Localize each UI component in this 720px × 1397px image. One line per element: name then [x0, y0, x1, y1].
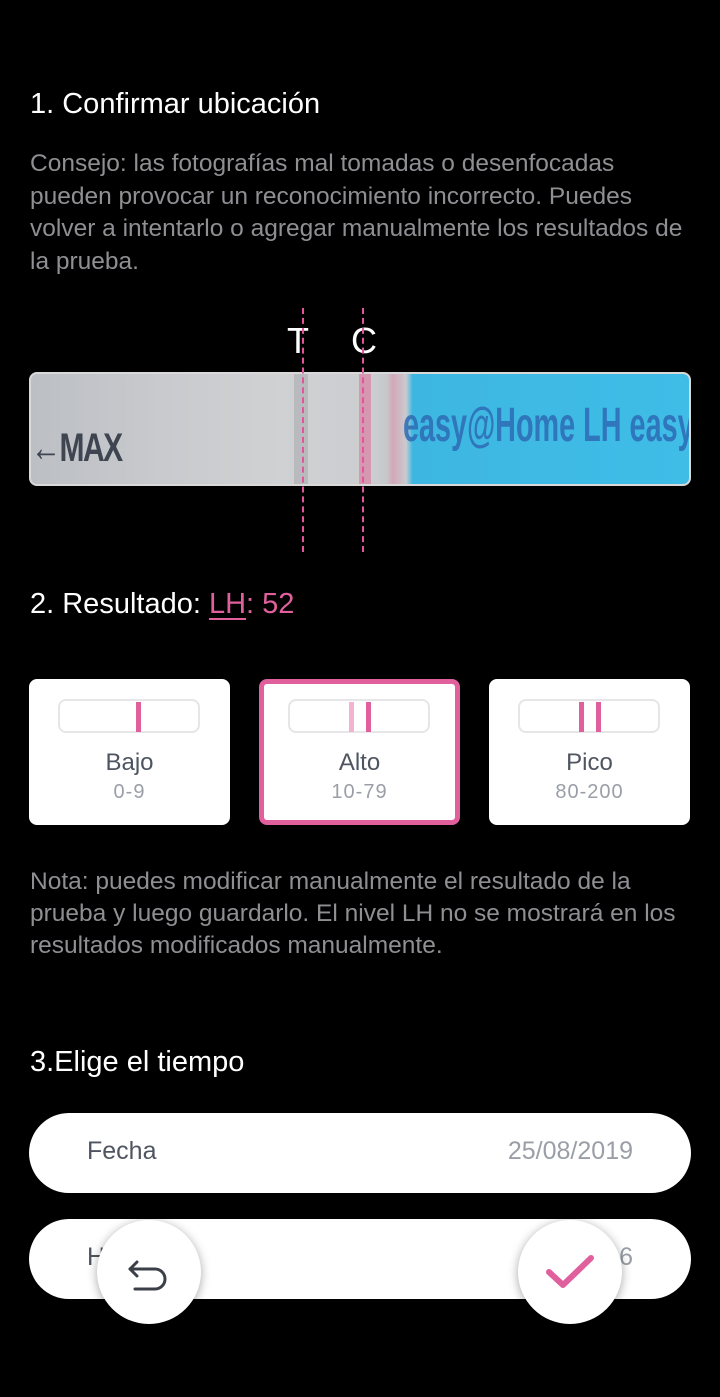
date-value: 25/08/2019	[507, 1137, 633, 1165]
t-marker-line[interactable]	[302, 308, 304, 552]
level-card-alto[interactable]: Alto 10-79	[259, 679, 460, 825]
result-prefix: 2. Resultado:	[30, 588, 209, 620]
control-line-icon	[136, 702, 141, 732]
control-line-icon	[366, 702, 371, 732]
strip-max-text: ←MAX	[31, 426, 123, 470]
confirm-button[interactable]	[518, 1220, 622, 1324]
test-line-icon	[579, 702, 584, 732]
level-card-pico[interactable]: Pico 80-200	[489, 679, 690, 825]
test-line-icon	[349, 702, 354, 732]
lh-value: 52	[262, 588, 295, 620]
date-label: Fecha	[87, 1137, 157, 1165]
strip-brand-text: easy@Home LH easy@Home LH	[403, 399, 691, 452]
level-card-bajo[interactable]: Bajo 0-9	[29, 679, 230, 825]
level-range: 80-200	[555, 781, 624, 803]
level-range: 0-9	[113, 781, 146, 803]
level-name: Alto	[338, 749, 381, 776]
step3-title: 3.Elige el tiempo	[30, 1046, 245, 1078]
c-marker-label[interactable]: C	[351, 320, 377, 362]
mini-strip-icon	[288, 699, 430, 733]
step1-tip: Consejo: las fotografías mal tomadas o d…	[30, 150, 683, 275]
date-picker-field[interactable]: Fecha 25/08/2019	[29, 1113, 691, 1193]
level-name: Bajo	[105, 749, 154, 776]
step2-title: 2. Resultado: LH: 52	[30, 588, 294, 621]
undo-icon	[128, 1260, 167, 1291]
lh-link[interactable]: LH	[209, 588, 246, 620]
strip-t-line	[294, 374, 308, 484]
strip-c-line	[359, 374, 371, 484]
t-marker-label[interactable]: T	[287, 320, 309, 362]
test-strip-image: ←MAX easy@Home LH easy@Home LH	[29, 372, 691, 486]
step1-title: 1. Confirmar ubicación	[30, 88, 321, 120]
level-range: 10-79	[331, 781, 388, 803]
mini-strip-icon	[58, 699, 200, 733]
level-name: Pico	[566, 749, 613, 776]
control-line-icon	[596, 702, 601, 732]
mini-strip-icon	[518, 699, 660, 733]
manual-edit-note: Nota: puedes modificar manualmente el re…	[30, 868, 676, 959]
check-icon	[546, 1255, 594, 1288]
lh-separator: :	[246, 588, 263, 620]
c-marker-line[interactable]	[362, 308, 364, 552]
undo-button[interactable]	[97, 1220, 201, 1324]
